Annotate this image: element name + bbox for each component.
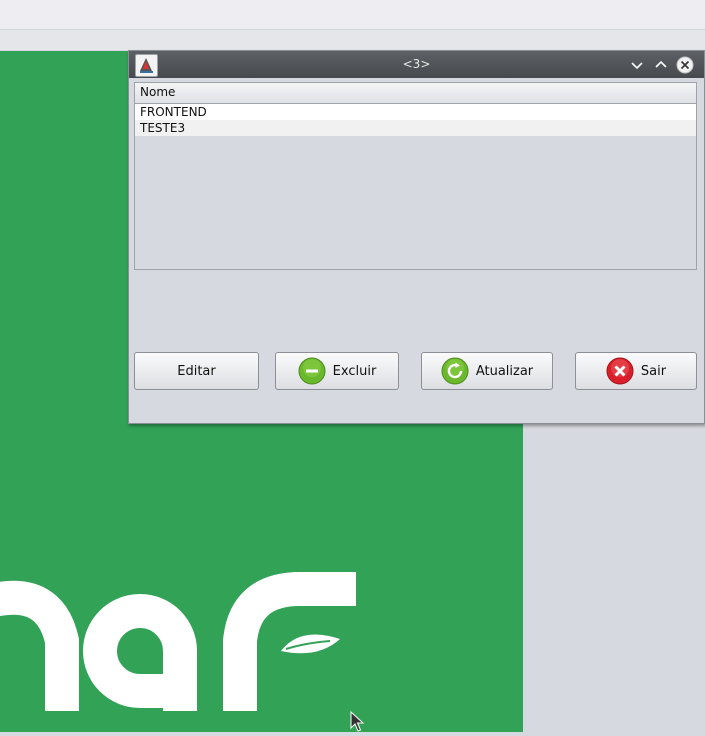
internal-frame: <3> Nome FRONTEND TESTE3 Editar Excluir … (128, 50, 705, 424)
edit-button[interactable]: Editar (134, 352, 259, 390)
maximize-icon[interactable] (651, 55, 671, 75)
title-bar[interactable]: <3> (129, 51, 704, 78)
delete-button[interactable]: Excluir (275, 352, 399, 390)
refresh-button[interactable]: Atualizar (421, 352, 553, 390)
column-header-label: Nome (140, 85, 176, 99)
x-circle-icon (606, 357, 634, 385)
table-cell: FRONTEND (140, 105, 207, 119)
window-title: <3> (402, 57, 431, 71)
exit-button-label: Sair (640, 363, 667, 379)
refresh-icon (441, 357, 469, 385)
desktop-strip (0, 30, 705, 50)
table-cell: TESTE3 (140, 121, 186, 135)
mouse-cursor-icon (350, 710, 366, 736)
minus-circle-icon (298, 357, 326, 385)
table-row[interactable]: FRONTEND (135, 104, 696, 120)
refresh-button-label: Atualizar (475, 363, 534, 379)
close-icon[interactable] (675, 55, 695, 75)
edit-button-label: Editar (177, 363, 216, 379)
desktop-top-bar (0, 0, 705, 30)
names-table: Nome FRONTEND TESTE3 (134, 82, 697, 270)
table-row[interactable]: TESTE3 (135, 120, 696, 136)
exit-button[interactable]: Sair (575, 352, 697, 390)
minimize-icon[interactable] (627, 55, 647, 75)
brand-logo (0, 572, 356, 711)
column-header-nome[interactable]: Nome (135, 83, 696, 104)
delete-button-label: Excluir (332, 363, 377, 379)
